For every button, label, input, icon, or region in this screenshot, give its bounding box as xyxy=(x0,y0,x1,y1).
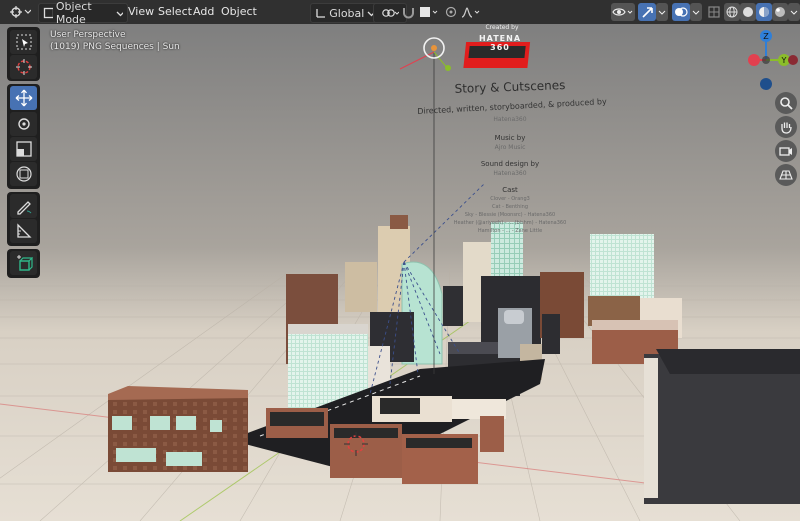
cursor-icon xyxy=(15,59,32,75)
tool-measure[interactable] xyxy=(10,219,37,243)
menu-add[interactable]: Add xyxy=(193,3,214,21)
credits-music-name: Ajro Music xyxy=(494,144,526,151)
mode-label: Object Mode xyxy=(55,0,92,26)
viewport-perspective-label: User Perspective xyxy=(50,30,126,40)
tool-rotate[interactable] xyxy=(10,112,37,136)
tool-transform[interactable] xyxy=(10,162,37,186)
credits-sound-label: Sound design by xyxy=(480,160,540,168)
falloff-dropdown[interactable] xyxy=(460,3,482,21)
tool-scale[interactable] xyxy=(10,137,37,161)
rotate-icon xyxy=(17,118,30,130)
credits-cast-label: Cast xyxy=(502,186,518,194)
gizmo-z-label: Z xyxy=(763,32,769,41)
proportional-edit-icon xyxy=(445,6,457,18)
editor-type-button[interactable] xyxy=(6,3,34,21)
xray-icon xyxy=(708,6,720,18)
transform-icon xyxy=(15,166,32,182)
overlays-dropdown[interactable] xyxy=(690,3,702,21)
material-sphere-icon xyxy=(759,7,769,17)
link-icon xyxy=(382,9,399,17)
gizmo-toggle[interactable] xyxy=(638,3,656,21)
pan-button[interactable] xyxy=(775,116,797,138)
shading-rendered[interactable] xyxy=(772,3,788,21)
select-box-icon xyxy=(16,34,31,50)
menu-view[interactable]: View xyxy=(128,3,154,21)
gizmo-dropdown[interactable] xyxy=(656,3,668,21)
credits-directed-name: Hatena360 xyxy=(493,116,527,123)
snap-toggle[interactable] xyxy=(400,3,416,21)
camera-icon xyxy=(779,147,792,156)
overlays-toggle[interactable] xyxy=(672,3,690,21)
editor-type-icon xyxy=(10,6,31,18)
3d-viewport[interactable]: Created by HATENA 360 Story & Cutscenes … xyxy=(0,24,800,521)
chevron-down-icon xyxy=(116,11,123,16)
credits-cast-line: Hamilton - ... - Zane Little xyxy=(477,228,543,234)
credits-cast-line: Heather (@ariyeeh) - ... (bishm) - Haten… xyxy=(453,220,567,226)
zoom-button[interactable] xyxy=(775,92,797,114)
viewport-scene-info: (1019) PNG Sequences | Sun xyxy=(50,42,180,52)
credits-music-label: Music by xyxy=(494,134,526,142)
scale-icon xyxy=(15,141,32,157)
tool-select-box[interactable] xyxy=(10,30,37,54)
credits-cast-line: Sky - Blessie (Moonsrc) - Hatena360 xyxy=(464,212,556,218)
object-mode-icon xyxy=(43,7,53,19)
chevron-down-icon xyxy=(658,10,666,15)
snap-increment-icon xyxy=(420,7,438,17)
chevron-down-icon xyxy=(692,10,700,15)
gizmo-negative-x[interactable] xyxy=(788,55,798,65)
tool-cursor[interactable] xyxy=(10,55,37,79)
xray-toggle[interactable] xyxy=(706,3,722,21)
chevron-down-icon xyxy=(790,10,798,15)
grid-icon xyxy=(779,170,793,180)
gizmo-arrow-icon xyxy=(641,6,653,18)
snap-target-dropdown[interactable] xyxy=(418,3,440,21)
ruler-icon xyxy=(16,223,32,238)
menu-select[interactable]: Select xyxy=(158,3,192,21)
credits-sound-name: Hatena360 xyxy=(493,170,527,177)
hand-icon xyxy=(781,122,792,134)
credits-cast-line: Clover - Orang3 xyxy=(490,196,530,202)
magnifier-icon xyxy=(780,97,793,110)
overlays-icon xyxy=(675,7,688,17)
tool-add-cube[interactable] xyxy=(10,251,37,275)
mode-dropdown[interactable]: Object Mode xyxy=(38,0,128,26)
camera-view-button[interactable] xyxy=(775,140,797,162)
tool-annotate[interactable] xyxy=(10,194,37,218)
shading-dropdown[interactable] xyxy=(788,3,800,21)
pencil-icon xyxy=(16,201,31,215)
scene-render xyxy=(0,24,800,521)
gizmo-y-label: Y xyxy=(781,56,787,65)
global-axes-icon xyxy=(316,9,325,18)
move-icon xyxy=(15,89,32,107)
eye-icon xyxy=(612,8,633,16)
orthographic-toggle-button[interactable] xyxy=(775,164,797,186)
gizmo-negative-z[interactable] xyxy=(760,78,772,90)
falloff-curve-icon xyxy=(461,7,480,18)
shading-material-preview[interactable] xyxy=(756,3,772,21)
transform-orientation-dropdown[interactable]: Global xyxy=(310,3,380,23)
shading-solid[interactable] xyxy=(740,3,756,21)
visibility-dropdown[interactable] xyxy=(611,3,635,21)
solid-sphere-icon xyxy=(743,7,753,17)
logo-text: HATENA 360 xyxy=(478,34,522,52)
rendered-sphere-icon xyxy=(775,7,785,17)
orientation-label: Global xyxy=(329,6,365,20)
created-by-text: Created by xyxy=(485,24,519,31)
proportional-editing-toggle[interactable] xyxy=(444,3,458,21)
menu-object[interactable]: Object xyxy=(221,3,257,21)
tool-move[interactable] xyxy=(10,86,37,110)
shading-wireframe[interactable] xyxy=(724,3,740,21)
add-cube-icon xyxy=(16,255,33,271)
navigation-gizmo[interactable]: Z Y xyxy=(738,26,798,96)
wireframe-sphere-icon xyxy=(726,6,738,18)
magnet-icon xyxy=(402,7,414,18)
credits-cast-line: Cat - Benthing xyxy=(491,204,529,210)
viewport-header: Object Mode View Select Add Object Globa… xyxy=(0,0,800,26)
